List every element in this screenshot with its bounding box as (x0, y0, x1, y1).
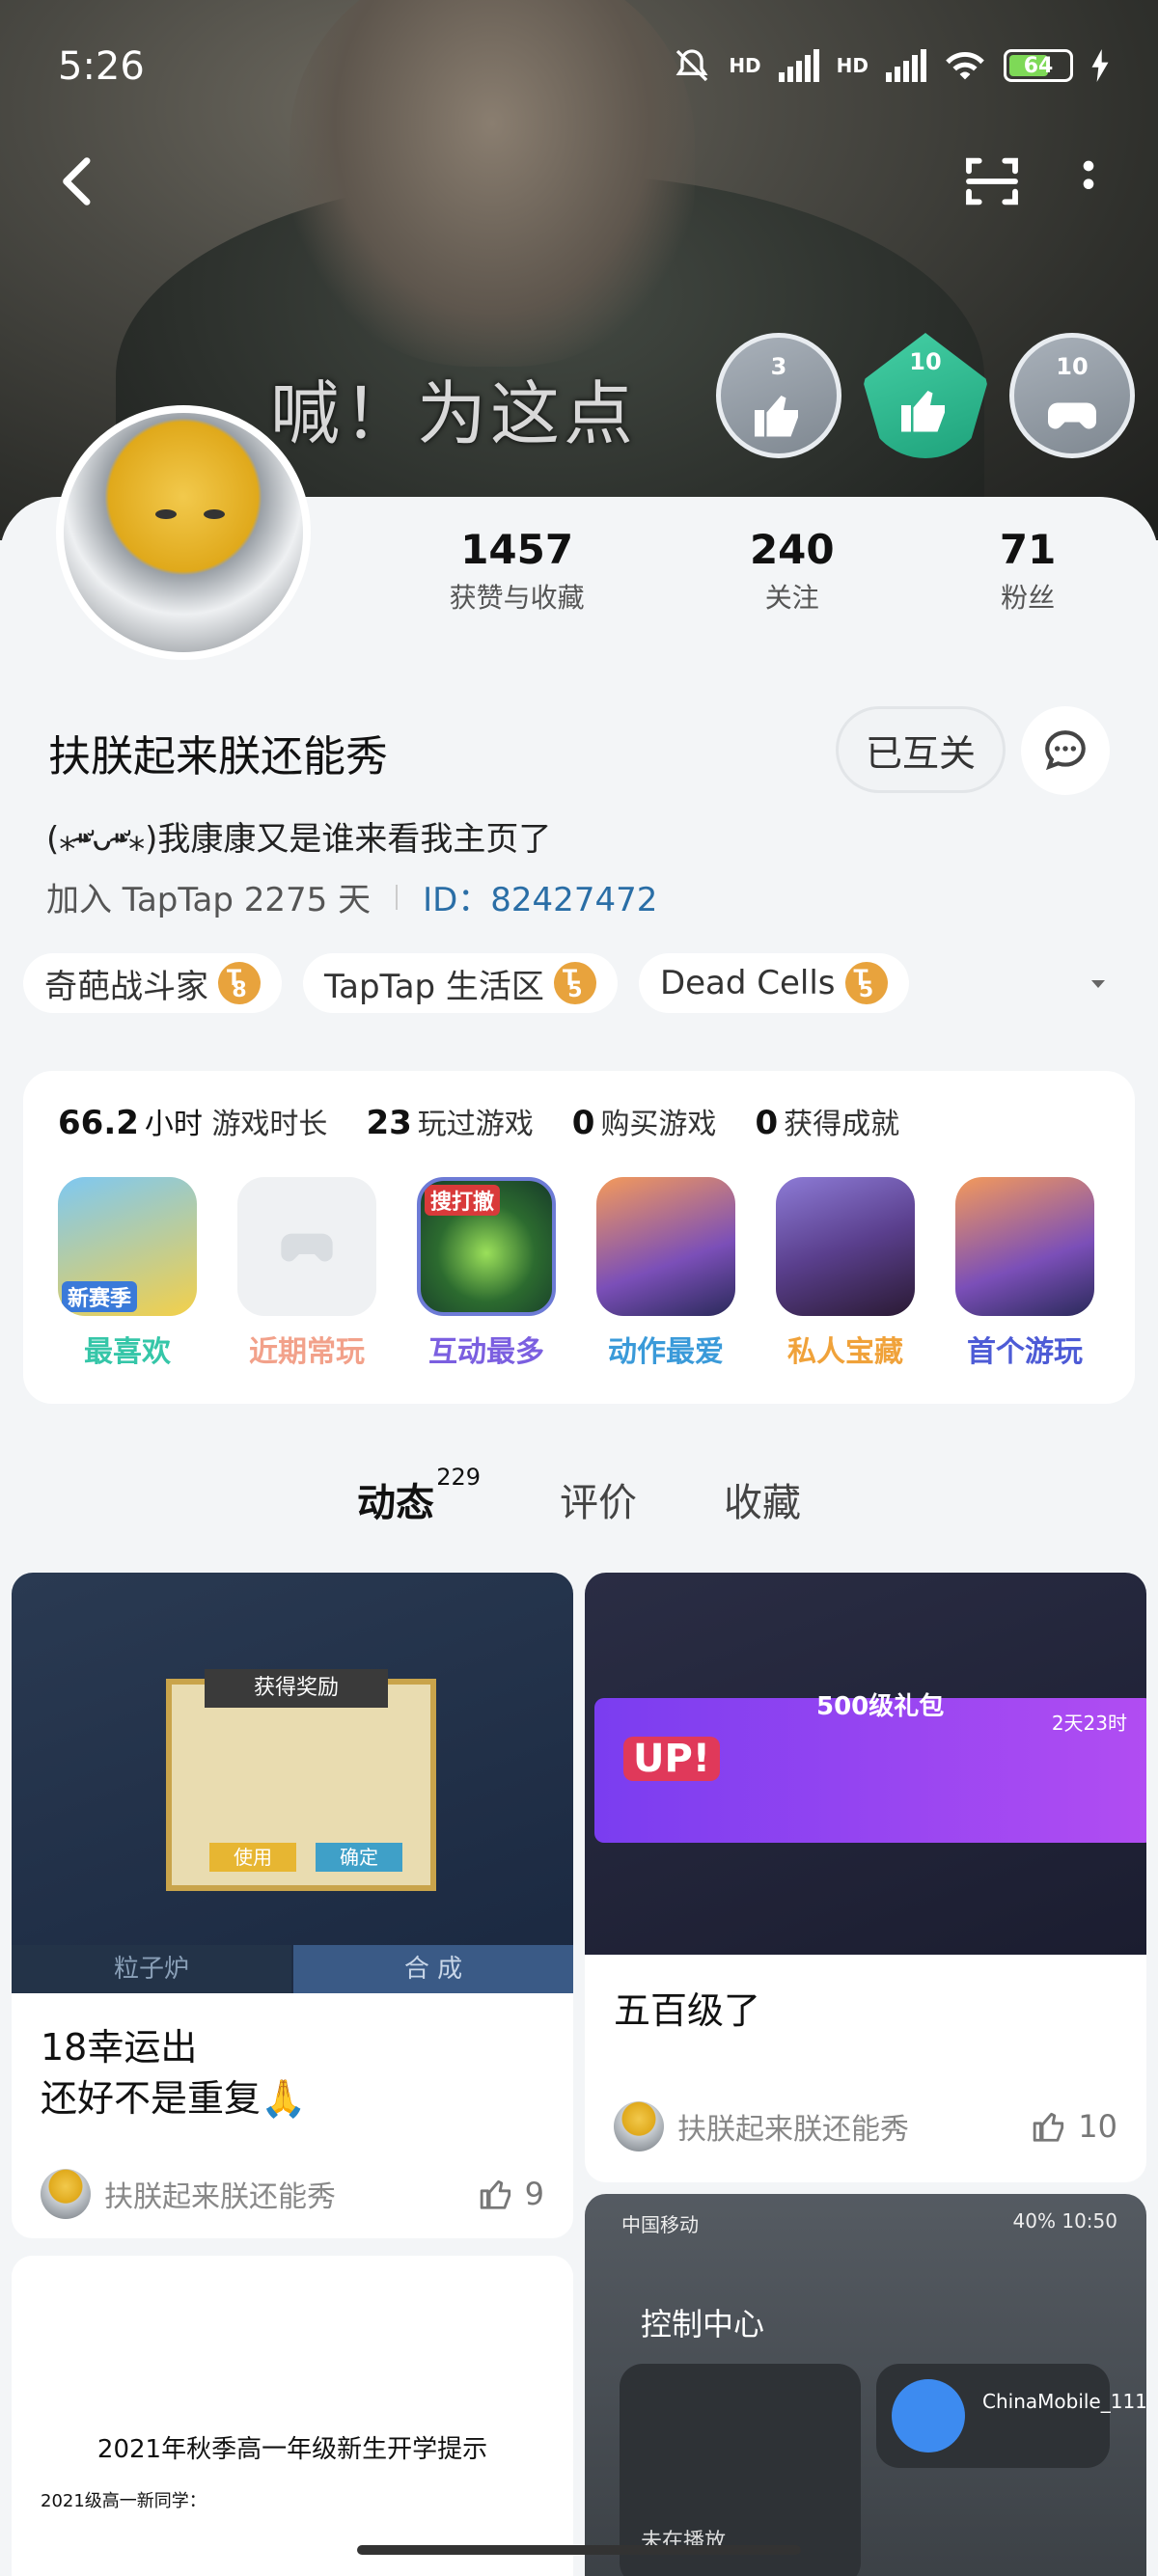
stat-play-hours[interactable]: 66.2 小时 游戏时长 (58, 1100, 327, 1142)
game-recent[interactable]: 近期常玩 (237, 1177, 376, 1370)
tag-item[interactable]: 奇葩战斗家8 (23, 953, 282, 1013)
chat-icon (1045, 730, 1086, 771)
home-indicator[interactable] (357, 2545, 801, 2555)
thumbs-up-icon (480, 2179, 510, 2209)
post-card[interactable]: 500级礼包 UP! 2天23时 五百级了 扶朕起来朕还能秀 10 (585, 1573, 1146, 2182)
stat-followers[interactable]: 71 粉丝 (1000, 526, 1056, 616)
more-icon[interactable] (1058, 151, 1119, 212)
top-nav (0, 145, 1158, 222)
tab-posts[interactable]: 动态 229 (357, 1464, 481, 1527)
author-avatar[interactable] (614, 2101, 664, 2151)
stat-achievements[interactable]: 0 获得成就 (755, 1100, 899, 1142)
badge-flower[interactable]: 10 (1009, 333, 1135, 458)
join-days: 加入 TapTap 2275 天 (46, 881, 372, 919)
post-card[interactable]: 2021年秋季高一年级新生开学提示 2021级高一新同学： (12, 2256, 573, 2576)
game-most-interactive[interactable]: 搜打撤 互动最多 (417, 1177, 556, 1370)
tag-item[interactable]: Dead Cells5 (638, 953, 909, 1013)
status-bar: 5:26 HD HD 64 (0, 0, 1158, 116)
like-button[interactable]: 9 (479, 2176, 544, 2212)
message-button[interactable] (1021, 706, 1110, 795)
gamepad-icon (281, 1233, 333, 1262)
post-title: 18幸运出 还好不是重复🙏 (41, 2026, 307, 2121)
post-image: 2021年秋季高一年级新生开学提示 2021级高一新同学： (12, 2256, 573, 2545)
game-icon (955, 1177, 1094, 1316)
post-meta: 扶朕起来朕还能秀 9 (41, 2169, 544, 2219)
game-stats-card: 66.2 小时 游戏时长 23 玩过游戏 0 购买游戏 0 获得成就 新赛季 最喜欢 近… (23, 1071, 1135, 1404)
status-time: 5:26 (58, 44, 145, 89)
game-stats-row: 66.2 小时 游戏时长 23 玩过游戏 0 购买游戏 0 获得成就 (58, 1100, 899, 1142)
post-meta: 扶朕起来朕还能秀 10 (614, 2101, 1117, 2151)
post-image: 获得奖励 使用 确定 粒子炉 合 成 (12, 1573, 573, 1993)
avatar[interactable] (56, 405, 311, 660)
tab-favorites[interactable]: 收藏 (724, 1471, 801, 1527)
author-name[interactable]: 扶朕起来朕还能秀 (677, 2105, 1032, 2148)
like-button[interactable]: 10 (1032, 2108, 1117, 2145)
user-id[interactable]: ID：82427472 (423, 873, 657, 920)
thumbs-up-icon (1034, 2112, 1064, 2142)
wifi-icon (946, 51, 984, 80)
game-favorite[interactable]: 新赛季 最喜欢 (58, 1177, 197, 1370)
level-badge: 8 (218, 962, 261, 1004)
post-title: 五百级了 (614, 1989, 761, 2032)
post-image: 500级礼包 UP! 2天23时 (585, 1573, 1146, 1955)
badge-editor-praise-green[interactable]: 10 (863, 333, 988, 458)
post-image: 中国移动 40% 10:50 控制中心 未在播放 ChinaMobile_111 (585, 2194, 1146, 2576)
user-name: 扶朕起来朕还能秀 (48, 732, 388, 781)
banner-caption: 喊！为这点 (270, 373, 638, 454)
network-label-2: HD (836, 54, 868, 77)
author-name[interactable]: 扶朕起来朕还能秀 (104, 2173, 479, 2215)
stat-bought[interactable]: 0 购买游戏 (572, 1100, 717, 1142)
post-card[interactable]: 获得奖励 使用 确定 粒子炉 合 成 18幸运出 还好不是重复🙏 扶朕起来朕还能… (12, 1573, 573, 2238)
profile-stats: 1457 获赞与收藏 240 关注 71 粉丝 (367, 526, 1139, 616)
join-info: 加入 TapTap 2275 天 ID：82427472 (46, 873, 657, 920)
expand-tags-icon[interactable] (1087, 973, 1110, 996)
thumbs-up-icon (901, 391, 945, 432)
stat-following[interactable]: 240 关注 (750, 526, 835, 616)
content-tabs: 动态 229 评价 收藏 (0, 1464, 1158, 1527)
game-icon-placeholder (237, 1177, 376, 1316)
game-action-favorite[interactable]: 动作最爱 (596, 1177, 735, 1370)
game-icon (596, 1177, 735, 1316)
game-icon: 搜打撤 (417, 1177, 556, 1316)
stat-played[interactable]: 23 玩过游戏 (366, 1100, 533, 1142)
thumbs-up-icon (755, 396, 798, 437)
gamepad-icon (1048, 402, 1096, 429)
scan-icon[interactable] (961, 151, 1023, 212)
charging-icon (1091, 49, 1109, 82)
level-badge: 5 (844, 962, 888, 1004)
game-icon (776, 1177, 915, 1316)
level-badge: 5 (553, 962, 596, 1004)
achievement-badges: 3 10 10 (716, 333, 1135, 458)
game-private-treasure[interactable]: 私人宝藏 (776, 1177, 915, 1370)
post-card[interactable]: 中国移动 40% 10:50 控制中心 未在播放 ChinaMobile_111 (585, 2194, 1146, 2576)
stat-likes[interactable]: 1457 获赞与收藏 (450, 526, 585, 616)
badge-editor-praise[interactable]: 3 (716, 333, 841, 458)
battery-icon: 64 (1004, 49, 1073, 82)
user-bio: (⁎⁍̴̛ᴗ⁍̴̛⁎)我康康又是谁来看我主页了 (46, 820, 552, 859)
tag-item[interactable]: TapTap 生活区5 (303, 953, 618, 1013)
forum-tags: 奇葩战斗家8 TapTap 生活区5 Dead Cells5 (23, 953, 909, 1013)
game-first-played[interactable]: 首个游玩 (955, 1177, 1094, 1370)
signal-icon (778, 49, 819, 82)
posts-count: 229 (436, 1464, 481, 1491)
network-label-1: HD (729, 54, 761, 77)
back-icon[interactable] (48, 151, 110, 212)
mutual-follow-button[interactable]: 已互关 (836, 706, 1006, 793)
game-icon: 新赛季 (58, 1177, 197, 1316)
game-icon-row: 新赛季 最喜欢 近期常玩 搜打撤 互动最多 动作最爱 私人宝藏 首个游玩 (58, 1177, 1094, 1370)
mute-icon (676, 49, 708, 82)
status-icons: HD HD 64 (673, 46, 1110, 85)
tab-reviews[interactable]: 评价 (560, 1471, 637, 1527)
author-avatar[interactable] (41, 2169, 91, 2219)
signal-icon-2 (886, 49, 926, 82)
